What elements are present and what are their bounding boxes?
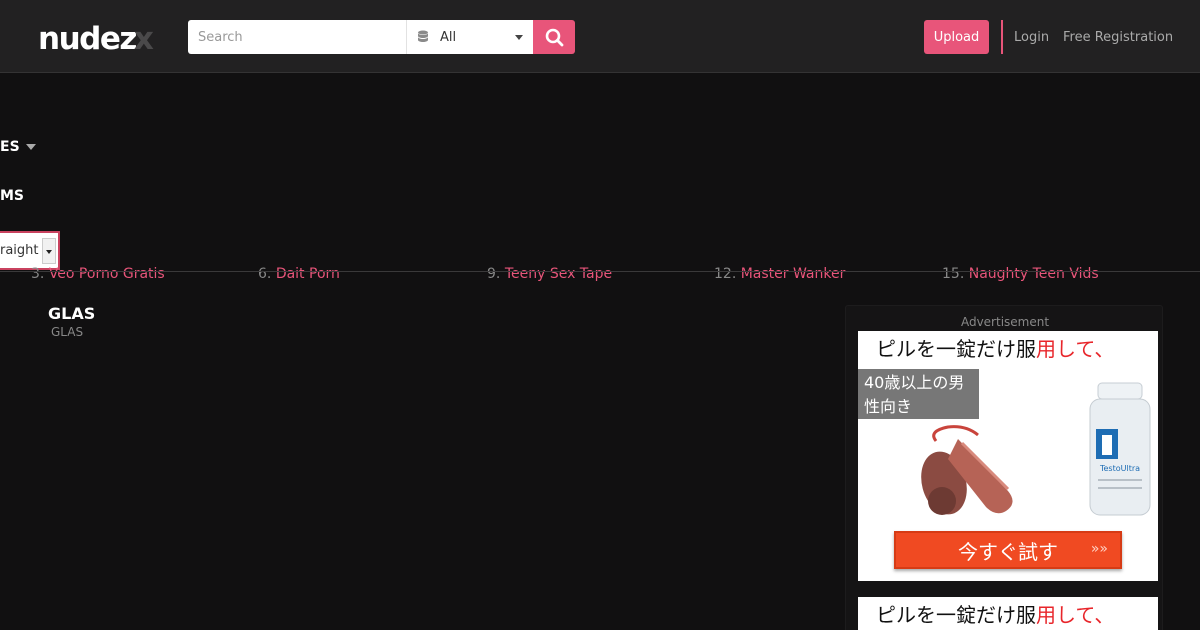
page-title: GLAS xyxy=(48,304,96,323)
search-button[interactable] xyxy=(533,20,575,54)
orientation-select-value: raight xyxy=(0,243,39,258)
list-item[interactable]: 9. Teeny Sex Tape xyxy=(487,266,612,282)
list-item[interactable]: 6. Dait Porn xyxy=(258,266,340,282)
list-item[interactable]: 3. Veo Porno Gratis xyxy=(31,266,165,282)
category-select-value: All xyxy=(440,29,457,45)
ad-panel: Advertisement ピルを一錠だけ服用して、 40歳以上の男性向き Te… xyxy=(845,305,1163,630)
header-divider xyxy=(1001,20,1003,54)
free-registration-link[interactable]: Free Registration xyxy=(1063,30,1173,45)
ad-banner[interactable]: ピルを一錠だけ服用して、 40歳以上の男性向き TestoUltra 今すぐ試す… xyxy=(858,331,1158,581)
logo-text: nudez xyxy=(38,21,137,57)
section-divider xyxy=(0,271,1200,272)
category-select[interactable]: All xyxy=(406,20,533,54)
upload-button[interactable]: Upload xyxy=(924,20,989,54)
site-logo[interactable]: nudez x xyxy=(38,21,154,57)
page-subtitle: GLAS xyxy=(51,325,84,339)
side-menu-label: ES xyxy=(0,139,20,155)
top-header: nudez x All Upload Login Free Registrati… xyxy=(0,0,1200,73)
ad-banner-second[interactable]: ピルを一錠だけ服用して、 xyxy=(858,597,1158,630)
list-item[interactable]: 15. Naughty Teen Vids xyxy=(942,266,1099,282)
friend-links-row: 3. Veo Porno Gratis 6. Dait Porn 9. Teen… xyxy=(0,264,1200,282)
database-icon xyxy=(418,30,428,42)
list-item[interactable]: 12. Master Wanker xyxy=(714,266,845,282)
select-arrow-icon xyxy=(42,238,56,264)
double-arrow-icon: »» xyxy=(1090,541,1108,557)
side-menu-item[interactable]: MS xyxy=(0,188,24,204)
login-link[interactable]: Login xyxy=(1014,30,1049,45)
logo-x: x xyxy=(133,21,154,57)
ad-headline-second: ピルを一錠だけ服用して、 xyxy=(876,603,1115,627)
side-menu-dropdown[interactable]: ES xyxy=(0,139,36,155)
chevron-down-icon xyxy=(515,35,523,40)
ad-label: Advertisement xyxy=(960,315,1050,329)
bottle-brand: TestoUltra xyxy=(1099,464,1140,473)
search-icon xyxy=(545,28,563,46)
caret-down-icon xyxy=(25,144,36,150)
search-input[interactable] xyxy=(188,20,406,54)
ad-cta-button[interactable]: 今すぐ試す »» xyxy=(894,531,1122,569)
